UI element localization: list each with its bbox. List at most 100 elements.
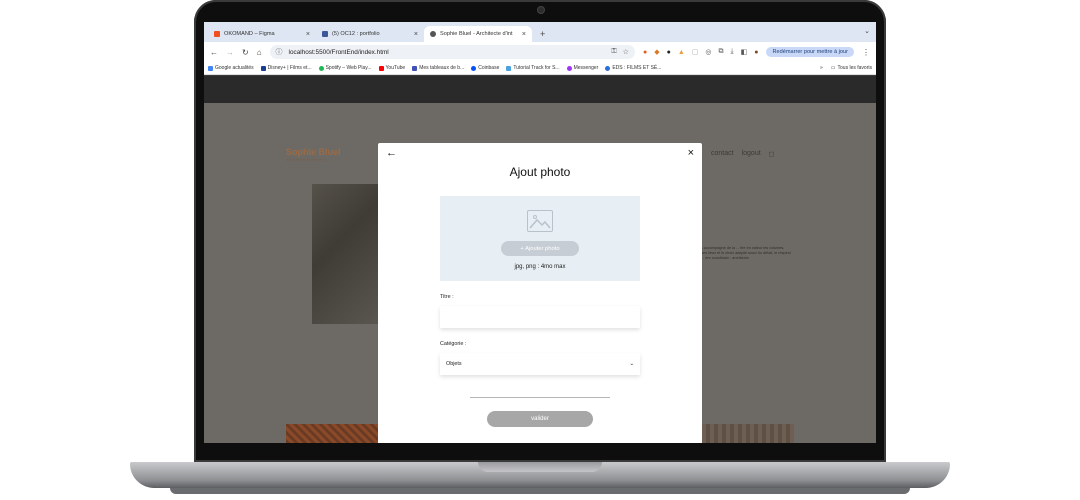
modal-title: Ajout photo: [509, 165, 571, 179]
laptop-mockup: OKOMAND – Figma × (5) OC12 : portfolio ×…: [0, 0, 1080, 500]
bookmark[interactable]: Spotify – Web Play...: [318, 65, 372, 71]
bookmark-icon: [318, 65, 324, 71]
close-tab-icon[interactable]: ×: [522, 31, 526, 38]
key-icon[interactable]: ⚿: [611, 48, 616, 56]
photo-dropzone[interactable]: + Ajouter photo jpg, png : 4mo max: [440, 196, 640, 281]
site-brand: Sophie Bluel: [286, 147, 341, 157]
bookmark-icon: [471, 65, 477, 71]
category-label: Catégorie :: [440, 341, 467, 347]
laptop-screen: OKOMAND – Figma × (5) OC12 : portfolio ×…: [204, 22, 876, 443]
tab-figma[interactable]: OKOMAND – Figma ×: [208, 26, 316, 42]
webcam: [538, 7, 544, 13]
tab-strip: OKOMAND – Figma × (5) OC12 : portfolio ×…: [204, 22, 876, 42]
architect-photo: [312, 184, 384, 324]
bookmark-icon: [260, 65, 266, 71]
bookmark-label: Spotify – Web Play...: [325, 65, 372, 71]
bookmark-label: Messenger: [573, 65, 599, 71]
close-icon[interactable]: ×: [688, 147, 694, 159]
bookmark-label: EDS : FILMS ET SÉ...: [612, 65, 662, 71]
extension-icon[interactable]: ▢: [692, 48, 699, 56]
image-placeholder-icon: [527, 210, 553, 232]
bookmark-icon: [378, 65, 384, 71]
bookmark-icon: [605, 65, 611, 71]
avatar[interactable]: ●: [754, 49, 758, 56]
bookmark-label: Mes tableaux de b...: [419, 65, 465, 71]
instagram-icon[interactable]: ◻: [769, 150, 775, 158]
figma-icon: [214, 31, 220, 37]
close-tab-icon[interactable]: ×: [306, 31, 310, 38]
site-nav: contact logout ◻: [711, 150, 774, 158]
all-bookmarks-button[interactable]: ▭ Tous les favoris: [831, 65, 872, 71]
bookmark[interactable]: Google actualités: [208, 65, 254, 71]
forward-icon[interactable]: →: [226, 48, 234, 57]
tab-portfolio[interactable]: (5) OC12 : portfolio ×: [316, 26, 424, 42]
bookmark[interactable]: Messenger: [566, 65, 599, 71]
intro-text: s accompagne de la ... itre en valeur le…: [701, 246, 791, 260]
bookmark[interactable]: Disney+ | Films et...: [260, 65, 312, 71]
bookmarks-right: » ▭ Tous les favoris: [820, 65, 872, 71]
bookmark-label: Coinbase: [478, 65, 500, 71]
nav-logout[interactable]: logout: [742, 150, 761, 158]
star-icon[interactable]: ☆: [623, 48, 629, 56]
bookmark-icon: [506, 65, 512, 71]
bookmark[interactable]: Tutorial Track for S...: [506, 65, 560, 71]
bookmark-label: Google actualités: [215, 65, 254, 71]
puzzle-icon[interactable]: ⧉: [718, 48, 723, 56]
reload-icon[interactable]: ↻: [242, 48, 249, 57]
extension-icon[interactable]: ◎: [705, 48, 711, 56]
category-select[interactable]: Objets ⌄: [440, 353, 640, 375]
bookmark-icon: [208, 65, 213, 71]
bookmark-label: Disney+ | Films et...: [267, 65, 312, 71]
title-label: Titre :: [440, 294, 454, 300]
bookmark[interactable]: EDS : FILMS ET SÉ...: [605, 65, 661, 71]
globe-icon: [430, 31, 436, 37]
page-backdrop: Sophie Bluel Architecte d'intérieur cont…: [204, 76, 876, 443]
bookmark-icon: [566, 65, 572, 71]
extension-icon[interactable]: ◆: [654, 48, 659, 56]
info-icon[interactable]: ⓘ: [276, 47, 283, 57]
submit-button[interactable]: valider: [487, 411, 593, 427]
bookmarks-bar: Google actualités Disney+ | Films et... …: [204, 62, 876, 75]
address-bar[interactable]: ⓘ localhost:5500/FrontEnd/index.html ⚿ ☆: [269, 45, 635, 59]
back-icon[interactable]: ←: [210, 48, 218, 57]
add-photo-modal: ← × Ajout photo + Ajouter photo jpg, png…: [378, 143, 702, 443]
tab-search-chevron-icon[interactable]: ⌄: [864, 27, 870, 35]
download-icon[interactable]: ⤓: [730, 48, 733, 56]
laptop-notch: [478, 462, 602, 472]
chevron-down-icon: ⌄: [629, 361, 634, 367]
url-text: localhost:5500/FrontEnd/index.html: [288, 48, 389, 56]
tab-title: (5) OC12 : portfolio: [332, 31, 380, 37]
browser-toolbar: ← → ↻ ⌂ ⓘ localhost:5500/FrontEnd/index.…: [204, 42, 876, 62]
tab-title: OKOMAND – Figma: [224, 31, 275, 37]
update-button[interactable]: Redémarrer pour mettre à jour: [766, 47, 854, 57]
more-bookmarks-button[interactable]: »: [820, 65, 823, 71]
bookmark-icon: [412, 65, 418, 71]
tab-title: Sophie Bluel - Architecte d'int: [440, 31, 513, 37]
bookmark[interactable]: Coinbase: [471, 65, 499, 71]
back-arrow-icon[interactable]: ←: [386, 147, 397, 159]
bookmark-label: YouTube: [385, 65, 406, 71]
extension-icon[interactable]: ▲: [678, 49, 685, 56]
extension-icon[interactable]: ●: [643, 49, 647, 56]
folder-icon: ▭: [830, 65, 836, 71]
site-icon: [322, 31, 328, 37]
extension-icon[interactable]: ●: [667, 49, 671, 56]
extensions: ● ◆ ● ▲ ▢ ◎ ⧉ ⤓ ◧ ●: [643, 48, 759, 56]
bookmark[interactable]: YouTube: [378, 65, 406, 71]
laptop-foot: [170, 488, 910, 494]
file-format-hint: jpg, png : 4mo max: [514, 264, 566, 270]
home-icon[interactable]: ⌂: [257, 48, 262, 57]
sidepanel-icon[interactable]: ◧: [741, 48, 748, 56]
title-input[interactable]: [440, 306, 640, 328]
nav-contact[interactable]: contact: [711, 150, 734, 158]
edit-mode-bar: [204, 76, 876, 103]
divider: [470, 397, 610, 398]
tab-sophie-bluel[interactable]: Sophie Bluel - Architecte d'int ×: [424, 26, 532, 42]
add-photo-button[interactable]: + Ajouter photo: [501, 241, 579, 256]
bookmark[interactable]: Mes tableaux de b...: [412, 65, 464, 71]
close-tab-icon[interactable]: ×: [414, 31, 418, 38]
new-tab-button[interactable]: +: [540, 29, 545, 39]
category-value: Objets: [446, 361, 462, 367]
menu-icon[interactable]: ⋮: [862, 48, 870, 57]
all-bookmarks-label: Tous les favoris: [837, 65, 872, 71]
